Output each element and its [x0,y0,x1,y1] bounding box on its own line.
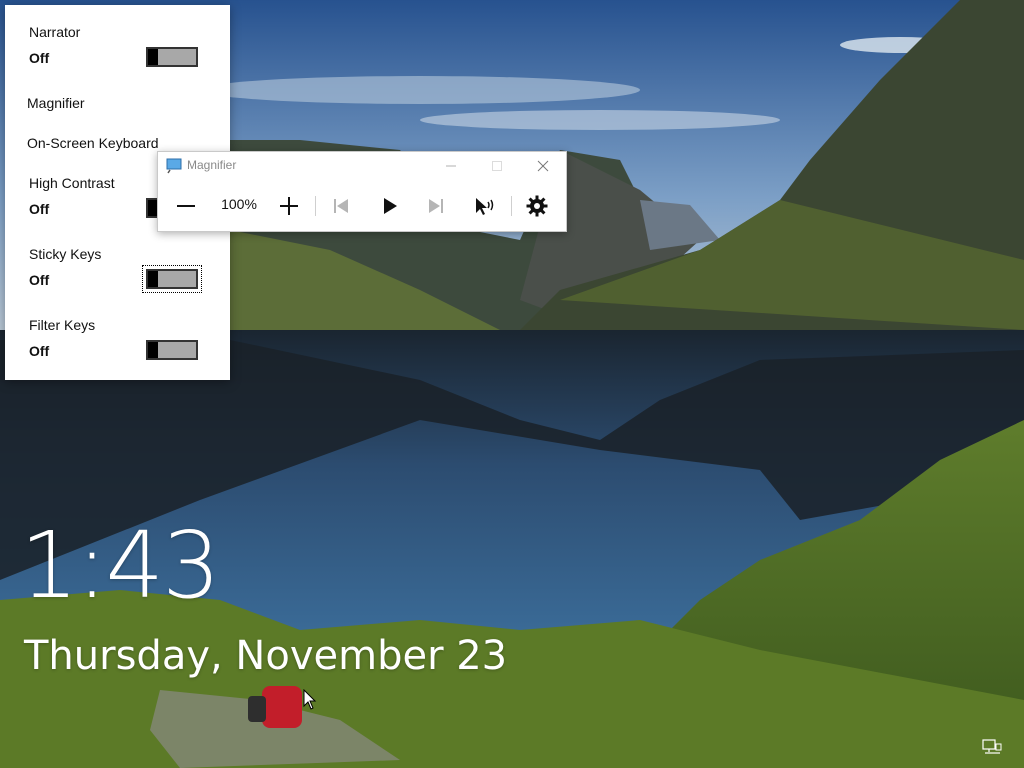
minimize-button[interactable] [428,152,474,180]
read-from-here-icon [476,198,494,215]
zoom-out-button[interactable] [169,188,203,224]
maximize-icon [492,161,502,171]
magnifier-titlebar[interactable]: Magnifier [158,152,566,180]
lock-screen: Narrator Off Magnifier On-Screen Keyboar… [0,0,1024,768]
magnifier-toolbar: 100% [158,188,566,224]
mouse-cursor-icon [303,689,317,710]
sticky-keys-label: Sticky Keys [29,246,102,262]
magnifier-title: Magnifier [187,158,237,172]
zoom-level: 100% [221,196,257,212]
maximize-button[interactable] [474,152,520,180]
sticky-keys-toggle[interactable] [142,265,202,293]
zoom-out-icon [177,205,195,207]
network-icon[interactable] [982,739,1002,755]
zoom-in-icon [280,197,298,215]
narrator-label: Narrator [29,24,81,40]
toggle-knob [148,271,158,287]
lock-screen-time: 1:43 [20,512,221,619]
settings-icon [526,195,548,217]
toggle-knob [148,342,158,358]
high-contrast-label: High Contrast [29,175,115,191]
play-button[interactable] [373,188,407,224]
play-icon [384,198,397,214]
magnifier-app-icon [166,158,182,174]
toggle-knob [148,49,158,65]
lock-screen-date: Thursday, November 23 [24,633,508,679]
close-button[interactable] [520,152,566,180]
toolbar-separator [315,196,316,216]
narrator-toggle[interactable] [146,47,198,67]
minimize-icon [446,165,456,167]
settings-button[interactable] [520,188,554,224]
previous-icon [334,199,348,213]
next-icon [429,199,443,213]
read-from-here-button[interactable] [468,188,502,224]
filter-keys-label: Filter Keys [29,317,96,333]
filter-keys-toggle[interactable] [146,340,198,360]
filter-keys-state: Off [29,343,50,359]
on-screen-keyboard-item[interactable]: On-Screen Keyboard [27,135,159,151]
magnifier-window: Magnifier 100% [157,151,567,232]
narrator-state: Off [29,50,50,66]
next-button[interactable] [419,188,453,224]
high-contrast-state: Off [29,201,50,217]
close-icon [537,160,549,172]
zoom-in-button[interactable] [272,188,306,224]
toolbar-separator [511,196,512,216]
previous-button[interactable] [324,188,358,224]
sticky-keys-state: Off [29,272,50,288]
magnifier-item[interactable]: Magnifier [27,95,85,111]
